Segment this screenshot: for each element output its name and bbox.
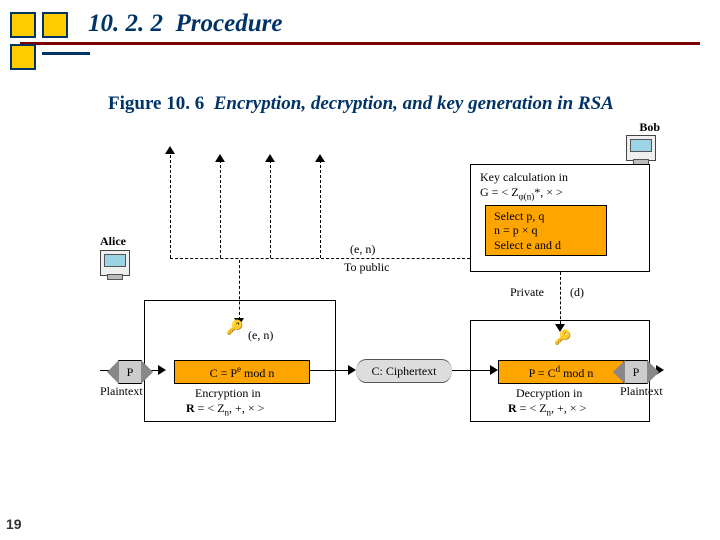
header-underline bbox=[20, 42, 700, 45]
slide-number: 19 bbox=[6, 516, 22, 532]
en-label: (e, n) bbox=[350, 242, 375, 257]
dec-formula-box: P = Cd mod n bbox=[498, 360, 624, 384]
arrow-right-icon bbox=[158, 365, 166, 375]
rsa-diagram: Bob Key calculation in G = < Zφ(n)*, × >… bbox=[100, 120, 660, 460]
dashed-line bbox=[320, 160, 321, 258]
select-pq-box: Select p, q n = p × q Select e and d bbox=[485, 205, 607, 256]
figure-ref: Figure 10. 6 bbox=[108, 93, 204, 114]
plaintext-label: Plaintext bbox=[100, 384, 143, 399]
arrow-up-icon bbox=[315, 154, 325, 162]
dashed-line bbox=[170, 258, 470, 259]
section-title: Procedure bbox=[176, 10, 283, 37]
dashed-line bbox=[270, 160, 271, 258]
figure-caption: Figure 10. 6 Encryption, decryption, and… bbox=[108, 93, 614, 115]
dashed-line bbox=[170, 150, 171, 258]
ciphertext-cylinder: C: Ciphertext bbox=[356, 359, 452, 383]
slide-header: 10. 2. 2 Procedure bbox=[0, 10, 700, 45]
enc-formula-box: C = Pe mod n bbox=[174, 360, 310, 384]
enc-en-label: (e, n) bbox=[248, 328, 273, 343]
select-pq: Select p, q bbox=[494, 209, 604, 223]
private-label: Private bbox=[510, 285, 544, 300]
decoration-bar bbox=[42, 52, 90, 55]
decryption-in-label: Decryption in bbox=[516, 386, 582, 401]
arrow-line bbox=[310, 370, 352, 371]
figure-text: Encryption, decryption, and key generati… bbox=[214, 93, 614, 114]
enc-ring-label: R = < Zn, +, × > bbox=[186, 401, 264, 417]
p-symbol-block: P bbox=[624, 360, 648, 384]
arrow-right-icon bbox=[348, 365, 356, 375]
p-symbol-block: P bbox=[118, 360, 142, 384]
arrow-up-icon bbox=[165, 146, 175, 154]
decoration-square bbox=[42, 12, 68, 38]
select-ed: Select e and d bbox=[494, 238, 604, 252]
to-public-label: To public bbox=[344, 260, 390, 275]
dashed-line bbox=[239, 260, 240, 320]
encryption-in-label: Encryption in bbox=[195, 386, 261, 401]
key-icon: 🔑 bbox=[226, 320, 243, 337]
section-heading: 10. 2. 2 Procedure bbox=[88, 10, 700, 38]
decoration-square bbox=[10, 44, 36, 70]
arrow-up-icon bbox=[215, 154, 225, 162]
dashed-line bbox=[560, 272, 561, 324]
alice-label: Alice bbox=[100, 234, 126, 249]
computer-icon bbox=[100, 250, 130, 276]
plaintext-out-label: Plaintext bbox=[620, 384, 663, 399]
section-number: 10. 2. 2 bbox=[88, 10, 163, 37]
private-d: (d) bbox=[570, 285, 584, 300]
bob-label: Bob bbox=[639, 120, 660, 135]
dashed-line bbox=[220, 160, 221, 258]
n-formula: n = p × q bbox=[494, 223, 604, 237]
decoration-square bbox=[10, 12, 36, 38]
dec-ring-label: R = < Zn, +, × > bbox=[508, 401, 586, 417]
keycalc-line1: Key calculation in bbox=[480, 170, 568, 185]
keycalc-g: G = < Zφ(n)*, × > bbox=[480, 185, 563, 201]
arrow-up-icon bbox=[265, 154, 275, 162]
computer-icon bbox=[626, 135, 656, 161]
